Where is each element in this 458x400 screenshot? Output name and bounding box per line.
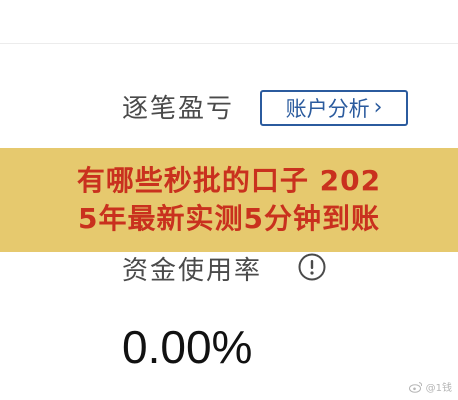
banner-line-1: 有哪些秒批的口子 202 xyxy=(76,164,382,197)
chevron-right-icon: › xyxy=(373,95,383,120)
top-divider xyxy=(0,43,458,44)
account-analysis-label: 账户分析 xyxy=(285,97,370,121)
watermark-text: @1钱 xyxy=(425,383,452,394)
overlay-banner: 有哪些秒批的口子 202 5年最新实测5分钟到账 xyxy=(0,148,458,252)
pnl-label: 逐笔盈亏 xyxy=(122,94,235,124)
watermark: @1钱 xyxy=(408,379,452,394)
info-icon[interactable] xyxy=(297,252,327,282)
fund-usage-value: 0.00% xyxy=(122,321,253,373)
fund-usage-label: 资金使用率 xyxy=(122,256,263,286)
account-analysis-button[interactable]: 账户分析 › xyxy=(260,90,408,126)
weibo-logo-icon xyxy=(408,381,422,393)
banner-line-2: 5年最新实测5分钟到账 xyxy=(78,202,380,235)
